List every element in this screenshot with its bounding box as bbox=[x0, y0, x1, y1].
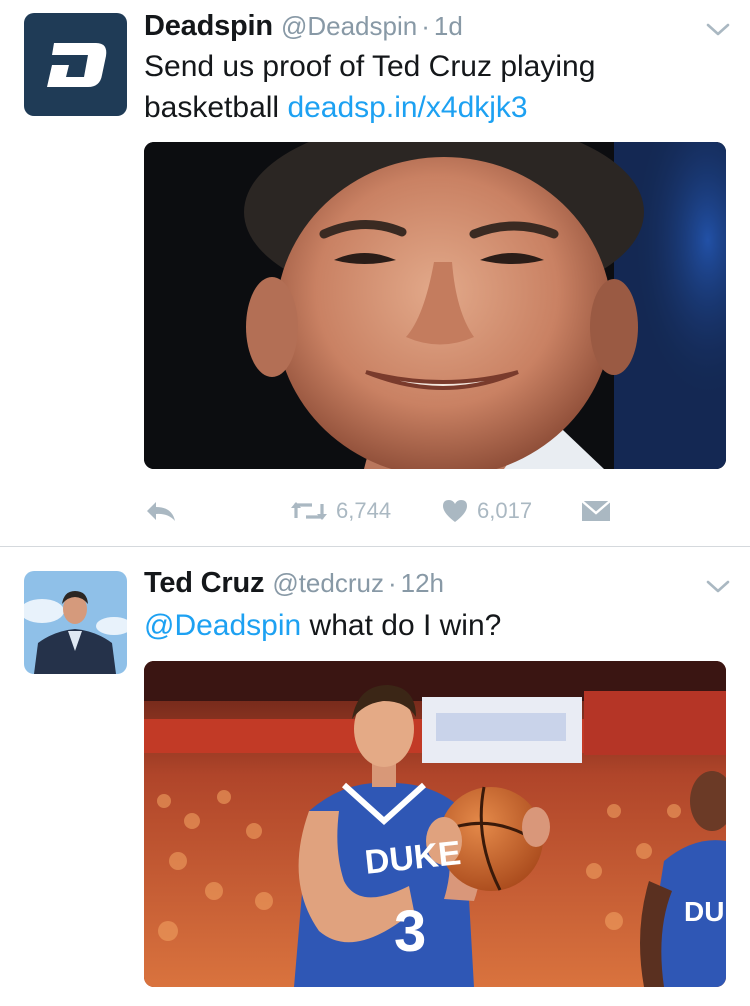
tweet-text-body: what do I win? bbox=[301, 609, 502, 642]
deadspin-logo bbox=[47, 43, 107, 87]
mention-link[interactable]: @Deadspin bbox=[144, 609, 301, 642]
author-handle[interactable]: @Deadspin bbox=[281, 11, 417, 41]
like-count: 6,017 bbox=[477, 498, 533, 523]
jersey-text-second-player: DU bbox=[684, 896, 724, 927]
jersey-number: 3 bbox=[394, 899, 426, 964]
tweet-header: Deadspin @Deadspin · 1d bbox=[144, 10, 463, 44]
tweet-actions: 6,744 6,017 bbox=[144, 491, 744, 531]
timestamp[interactable]: 1d bbox=[434, 11, 463, 41]
portrait-photo bbox=[144, 142, 726, 469]
direct-message-button[interactable] bbox=[581, 491, 611, 531]
tweet-text: Send us proof of Ted Cruz playing basket… bbox=[144, 46, 734, 128]
tedcruz-profile-photo bbox=[24, 571, 127, 674]
direct-message-icon bbox=[581, 500, 611, 521]
heart-icon bbox=[443, 500, 467, 522]
tweet-photo-basketball[interactable]: DUKE 3 DU bbox=[144, 661, 726, 987]
tweet-tedcruz[interactable]: Ted Cruz @tedcruz · 12h @Deadspin what do I… bbox=[0, 547, 750, 1006]
retweet-count: 6,744 bbox=[336, 498, 392, 523]
timestamp[interactable]: 12h bbox=[401, 568, 444, 598]
tweet-link[interactable]: deadsp.in/x4dkjk3 bbox=[287, 91, 527, 124]
tweet-deadspin[interactable]: Deadspin @Deadspin · 1d Send us proof of Te… bbox=[0, 0, 750, 546]
separator: · bbox=[387, 568, 397, 598]
deadspin-avatar[interactable] bbox=[24, 13, 127, 116]
author-name[interactable]: Ted Cruz bbox=[144, 567, 265, 599]
tweet-header: Ted Cruz @tedcruz · 12h bbox=[144, 567, 444, 601]
chevron-down-icon[interactable] bbox=[706, 22, 730, 38]
author-name[interactable]: Deadspin bbox=[144, 10, 273, 42]
author-handle[interactable]: @tedcruz bbox=[272, 568, 384, 598]
separator: · bbox=[421, 11, 430, 41]
chevron-down-icon[interactable] bbox=[706, 579, 730, 595]
tweet-photo-portrait[interactable] bbox=[144, 142, 726, 469]
retweet-icon bbox=[291, 502, 327, 520]
reply-icon bbox=[147, 502, 175, 521]
reply-button[interactable] bbox=[144, 491, 178, 531]
like-button[interactable]: 6,017 bbox=[441, 491, 532, 531]
tedcruz-avatar[interactable] bbox=[24, 571, 127, 674]
basketball-photo: DUKE 3 DU bbox=[144, 661, 726, 987]
tweet-text: @Deadspin what do I win? bbox=[144, 605, 734, 646]
retweet-button[interactable]: 6,744 bbox=[290, 491, 391, 531]
